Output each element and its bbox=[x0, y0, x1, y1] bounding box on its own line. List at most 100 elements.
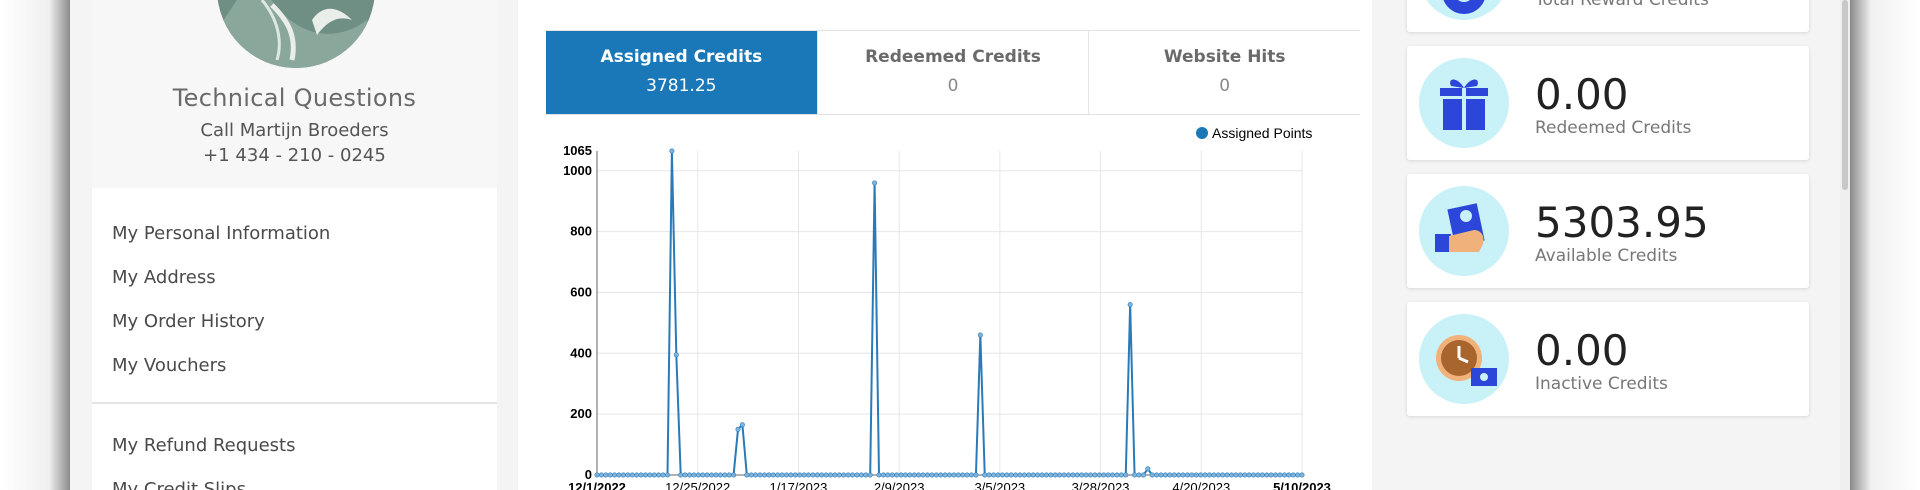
data-point bbox=[770, 472, 776, 478]
account-sidebar: Technical Questions Call Martijn Broeder… bbox=[92, 0, 497, 490]
stat-card-redeemed: 0.00 Redeemed Credits bbox=[1407, 46, 1809, 160]
support-contact-title: Technical Questions bbox=[172, 84, 417, 112]
data-point bbox=[964, 472, 970, 478]
data-point bbox=[1087, 472, 1093, 478]
data-point bbox=[766, 472, 772, 478]
data-point bbox=[902, 472, 908, 478]
data-point bbox=[960, 472, 966, 478]
stat-label: Inactive Credits bbox=[1535, 374, 1668, 394]
data-point bbox=[920, 472, 926, 478]
menu-item-refund-requests[interactable]: My Refund Requests bbox=[92, 424, 497, 468]
data-point bbox=[1171, 472, 1177, 478]
support-contact-card: Technical Questions Call Martijn Broeder… bbox=[92, 0, 497, 188]
series-line-assigned-points bbox=[597, 150, 1302, 476]
data-point bbox=[757, 472, 763, 478]
menu-item-address[interactable]: My Address bbox=[92, 256, 497, 300]
legend-label: Assigned Points bbox=[1212, 125, 1312, 141]
y-tick-label: 800 bbox=[570, 224, 592, 239]
tab-value: 0 bbox=[947, 76, 959, 96]
data-point bbox=[1008, 472, 1014, 478]
data-point bbox=[713, 472, 719, 478]
data-point bbox=[1017, 472, 1023, 478]
data-point bbox=[1251, 472, 1257, 478]
tab-assigned-credits[interactable]: Assigned Credits 3781.25 bbox=[546, 31, 817, 114]
data-point bbox=[1004, 472, 1010, 478]
data-point bbox=[1290, 472, 1296, 478]
page-scrollbar[interactable] bbox=[1840, 0, 1850, 490]
data-point bbox=[682, 472, 688, 478]
data-point bbox=[933, 472, 939, 478]
data-point bbox=[739, 422, 745, 428]
data-point bbox=[1127, 302, 1133, 308]
right-page-shadow bbox=[1850, 0, 1920, 490]
data-point bbox=[841, 472, 847, 478]
x-tick-label: 5/10/2023 bbox=[1273, 480, 1331, 490]
data-point bbox=[889, 472, 895, 478]
data-point bbox=[1057, 472, 1063, 478]
money-hand-icon bbox=[1419, 186, 1509, 276]
data-point bbox=[797, 472, 803, 478]
data-point bbox=[616, 472, 622, 478]
data-point bbox=[1299, 472, 1305, 478]
credits-panel: Assigned Credits 3781.25 Redeemed Credit… bbox=[518, 0, 1372, 490]
account-window: Technical Questions Call Martijn Broeder… bbox=[70, 0, 1850, 490]
data-point bbox=[828, 472, 834, 478]
data-point bbox=[999, 472, 1005, 478]
menu-item-credit-slips[interactable]: My Credit Slips bbox=[92, 468, 497, 490]
data-point bbox=[1189, 472, 1195, 478]
data-point bbox=[607, 472, 613, 478]
support-contact-name: Call Martijn Broeders bbox=[200, 120, 389, 141]
data-point bbox=[986, 472, 992, 478]
data-point bbox=[1277, 472, 1283, 478]
data-point bbox=[1286, 472, 1292, 478]
tab-website-hits[interactable]: Website Hits 0 bbox=[1088, 31, 1360, 114]
scrollbar-thumb[interactable] bbox=[1842, 0, 1848, 190]
data-point bbox=[1158, 472, 1164, 478]
menu-item-vouchers[interactable]: My Vouchers bbox=[92, 344, 497, 388]
tab-label: Assigned Credits bbox=[600, 47, 763, 67]
menu-item-order-history[interactable]: My Order History bbox=[92, 300, 497, 344]
data-point bbox=[1211, 472, 1217, 478]
stat-value: 0.00 bbox=[1535, 326, 1629, 375]
data-point bbox=[1061, 472, 1067, 478]
data-point bbox=[1105, 472, 1111, 478]
assigned-points-chart: 02004006008001000106512/1/2022 12/25/2022… bbox=[563, 125, 1331, 490]
data-point bbox=[598, 472, 604, 478]
data-point bbox=[876, 472, 882, 478]
data-point bbox=[1228, 472, 1234, 478]
menu-divider bbox=[92, 402, 497, 404]
data-point bbox=[867, 472, 873, 478]
x-tick-label: 4/20/2023 bbox=[1172, 480, 1230, 490]
tab-label: Redeemed Credits bbox=[865, 47, 1041, 67]
menu-item-personal-information[interactable]: My Personal Information bbox=[92, 212, 497, 256]
gift-icon bbox=[1419, 58, 1509, 148]
data-point bbox=[625, 472, 631, 478]
data-point bbox=[726, 472, 732, 478]
data-point bbox=[731, 472, 737, 478]
support-avatar bbox=[217, 0, 375, 68]
data-point bbox=[638, 472, 644, 478]
data-point bbox=[845, 472, 851, 478]
data-point bbox=[1052, 472, 1058, 478]
data-point bbox=[1162, 472, 1168, 478]
data-point bbox=[761, 472, 767, 478]
data-point bbox=[603, 472, 609, 478]
data-point bbox=[924, 472, 930, 478]
tab-value: 3781.25 bbox=[646, 76, 717, 96]
data-point bbox=[1259, 472, 1265, 478]
data-point bbox=[709, 472, 715, 478]
stat-label: Available Credits bbox=[1535, 246, 1678, 266]
data-point bbox=[612, 472, 618, 478]
data-point bbox=[1180, 472, 1186, 478]
data-point bbox=[1070, 472, 1076, 478]
data-point bbox=[850, 472, 856, 478]
data-point bbox=[823, 472, 829, 478]
data-point bbox=[898, 472, 904, 478]
data-point bbox=[1255, 472, 1261, 478]
data-point bbox=[995, 472, 1001, 478]
data-point bbox=[1149, 472, 1155, 478]
data-point bbox=[1043, 472, 1049, 478]
data-point bbox=[955, 472, 961, 478]
tab-redeemed-credits[interactable]: Redeemed Credits 0 bbox=[816, 31, 1089, 114]
tab-label: Website Hits bbox=[1163, 47, 1286, 67]
